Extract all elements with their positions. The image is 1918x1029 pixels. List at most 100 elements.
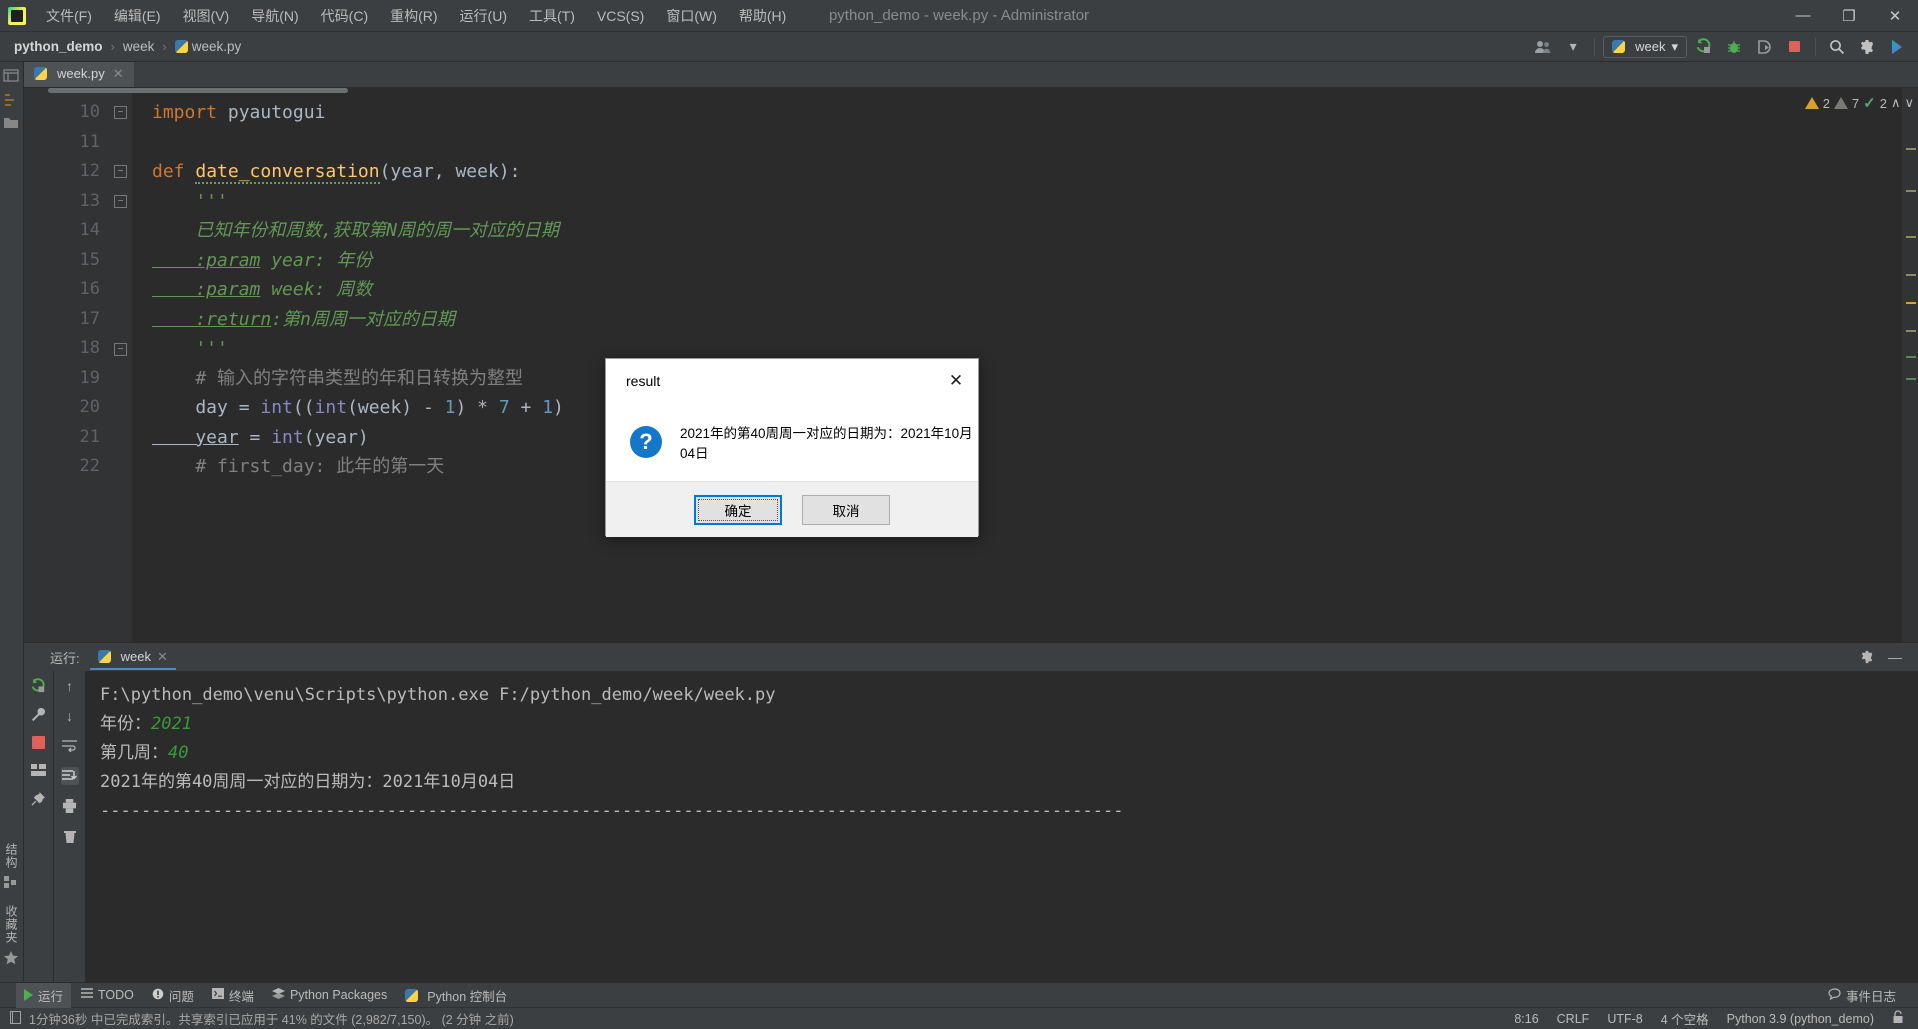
folder-icon[interactable] bbox=[3, 116, 21, 134]
console-output[interactable]: F:\python_demo\venu\Scripts\python.exe F… bbox=[86, 671, 1918, 982]
trash-icon[interactable] bbox=[61, 827, 79, 845]
prev-problem-icon[interactable]: ∧ bbox=[1891, 95, 1901, 111]
close-button[interactable]: ✕ bbox=[1872, 0, 1918, 32]
code-folding-gutter[interactable]: − − − − bbox=[110, 88, 132, 642]
indent-setting[interactable]: 4 个空格 bbox=[1661, 1009, 1709, 1028]
run-panel-title: 运行: bbox=[50, 650, 80, 666]
menu-navigate[interactable]: 导航(N) bbox=[241, 1, 308, 31]
run-tool-window: 运行: week ✕ — ↑ ↓ F:\python_demo\venu\Scr… bbox=[24, 642, 1918, 982]
dialog-title: result bbox=[626, 373, 661, 389]
close-icon[interactable]: ✕ bbox=[157, 649, 168, 665]
console-line-year: 年份：2021 bbox=[100, 710, 1918, 739]
coverage-icon[interactable] bbox=[1751, 35, 1777, 59]
problems-icon bbox=[152, 988, 164, 1003]
breadcrumb-project[interactable]: python_demo bbox=[10, 37, 107, 56]
fold-marker-def[interactable]: − bbox=[114, 165, 127, 178]
warning-count: 2 bbox=[1822, 95, 1830, 111]
bottom-tab-run[interactable]: 运行 bbox=[16, 982, 72, 1008]
caret-position[interactable]: 8:16 bbox=[1514, 1012, 1538, 1026]
horizontal-scrollbar[interactable] bbox=[48, 88, 348, 93]
project-icon[interactable] bbox=[3, 68, 21, 86]
lock-icon[interactable] bbox=[1892, 1010, 1904, 1027]
dialog-ok-button[interactable]: 确定 bbox=[694, 494, 782, 525]
event-log-label: 事件日志 bbox=[1845, 989, 1896, 1004]
bottom-tab-python-console[interactable]: Python 控制台 bbox=[397, 983, 515, 1008]
menu-vcs[interactable]: VCS(S) bbox=[587, 3, 654, 29]
run-icon[interactable] bbox=[1691, 35, 1717, 59]
run-configuration-selector[interactable]: week ▾ bbox=[1603, 35, 1687, 58]
gear-icon[interactable] bbox=[1858, 648, 1876, 666]
menu-refactor[interactable]: 重构(R) bbox=[380, 1, 447, 31]
ok-count: 2 bbox=[1879, 95, 1887, 111]
pin-icon[interactable] bbox=[30, 789, 48, 807]
close-icon[interactable]: ✕ bbox=[113, 66, 124, 82]
file-encoding[interactable]: UTF-8 bbox=[1607, 1012, 1642, 1026]
status-bar: 1分钟36秒 中已完成索引。共享索引已应用于 41% 的文件 (2,982/7,… bbox=[0, 1007, 1918, 1029]
stripe-marker bbox=[1906, 330, 1916, 332]
stop-icon[interactable] bbox=[30, 733, 48, 751]
star-icon[interactable] bbox=[3, 950, 21, 968]
stripe-marker bbox=[1906, 356, 1916, 358]
inspection-widget[interactable]: 2 7 ✓ 2 ∧ ∨ bbox=[1804, 94, 1914, 112]
soft-wrap-icon[interactable] bbox=[61, 737, 79, 755]
rerun-icon[interactable] bbox=[30, 677, 48, 695]
sidebar-item-structure[interactable]: 结构 bbox=[3, 837, 20, 875]
stripe-marker bbox=[1906, 302, 1916, 304]
print-icon[interactable] bbox=[61, 797, 79, 815]
updates-icon[interactable] bbox=[1884, 35, 1910, 59]
dialog-close-icon[interactable]: ✕ bbox=[934, 366, 978, 396]
layout-icon[interactable] bbox=[30, 761, 48, 779]
wrench-icon[interactable] bbox=[30, 705, 48, 723]
sidebar-item-favorites[interactable]: 收藏夹 bbox=[3, 899, 20, 950]
menu-file[interactable]: 文件(F) bbox=[36, 1, 102, 31]
avatar-caret-icon[interactable]: ▾ bbox=[1560, 35, 1586, 59]
error-stripe-marker-bar[interactable] bbox=[1902, 88, 1918, 642]
dialog-cancel-button[interactable]: 取消 bbox=[802, 494, 890, 525]
run-panel-header-actions: — bbox=[1858, 648, 1918, 666]
bottom-tab-problems[interactable]: 问题 bbox=[144, 983, 202, 1008]
menu-code[interactable]: 代码(C) bbox=[311, 1, 378, 31]
scroll-to-end-icon[interactable] bbox=[60, 767, 79, 785]
bottom-tab-python-packages[interactable]: Python Packages bbox=[264, 985, 395, 1006]
bookmarks-icon[interactable] bbox=[3, 875, 21, 893]
menu-window[interactable]: 窗口(W) bbox=[656, 1, 727, 31]
python-file-icon bbox=[174, 40, 188, 53]
minimize-button[interactable]: — bbox=[1780, 0, 1826, 32]
dialog-message: 2021年的第40周周一对应的日期为：2021年10月04日 bbox=[680, 426, 973, 461]
hide-panel-icon[interactable]: — bbox=[1886, 648, 1904, 666]
maximize-button[interactable]: ❐ bbox=[1826, 0, 1872, 32]
bottom-tab-terminal[interactable]: 终端 bbox=[204, 983, 262, 1008]
debug-icon[interactable] bbox=[1721, 35, 1747, 59]
fold-marker-docstring-start[interactable]: − bbox=[114, 195, 127, 208]
run-tab-week[interactable]: week ✕ bbox=[89, 645, 176, 670]
structure-tree-icon[interactable] bbox=[3, 92, 21, 110]
menu-edit[interactable]: 编辑(E) bbox=[104, 1, 171, 31]
search-icon[interactable] bbox=[1824, 35, 1850, 59]
menu-run[interactable]: 运行(U) bbox=[450, 1, 517, 31]
breadcrumb-file[interactable]: week.py bbox=[171, 37, 246, 56]
stop-icon[interactable] bbox=[1781, 35, 1807, 59]
line-separator[interactable]: CRLF bbox=[1557, 1012, 1590, 1026]
fold-marker-import[interactable]: − bbox=[114, 106, 127, 119]
weak-warning-count: 7 bbox=[1851, 95, 1860, 111]
code-text[interactable]: import pyautogui def date_conversation(y… bbox=[132, 88, 1902, 642]
bottom-bar-right: 事件日志 bbox=[1820, 983, 1918, 1008]
weak-warning-triangle-icon bbox=[1833, 97, 1848, 109]
fold-marker-docstring-end[interactable]: − bbox=[114, 343, 127, 356]
menu-view[interactable]: 视图(V) bbox=[173, 1, 240, 31]
event-log-button[interactable]: 事件日志 bbox=[1820, 983, 1904, 1008]
bottom-tab-todo[interactable]: TODO bbox=[73, 985, 142, 1005]
python-interpreter[interactable]: Python 3.9 (python_demo) bbox=[1727, 1012, 1874, 1026]
down-arrow-icon[interactable]: ↓ bbox=[61, 707, 79, 725]
line-number: 14 bbox=[79, 220, 100, 240]
dialog-body: ? 2021年的第40周周一对应的日期为：2021年10月04日 bbox=[606, 403, 978, 481]
up-arrow-icon[interactable]: ↑ bbox=[61, 677, 79, 695]
menu-tools[interactable]: 工具(T) bbox=[519, 1, 585, 31]
editor-tab-week-py[interactable]: week.py ✕ bbox=[24, 62, 134, 87]
next-problem-icon[interactable]: ∨ bbox=[1904, 95, 1914, 111]
stripe-marker bbox=[1906, 378, 1916, 380]
menu-help[interactable]: 帮助(H) bbox=[729, 1, 796, 31]
avatar-icon[interactable] bbox=[1530, 35, 1556, 59]
settings-icon[interactable] bbox=[1854, 35, 1880, 59]
breadcrumb-folder[interactable]: week bbox=[119, 37, 159, 56]
